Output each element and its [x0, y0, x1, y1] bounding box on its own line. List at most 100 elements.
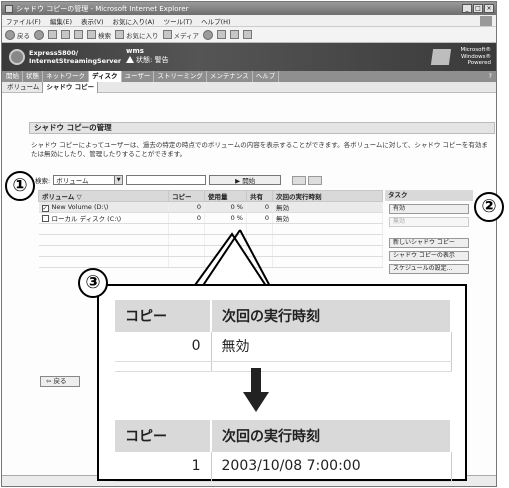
mail-icon[interactable]	[217, 30, 227, 39]
home-icon[interactable]	[74, 30, 83, 39]
back-toolbar-button[interactable]: 戻る	[5, 29, 30, 40]
zoom-table-before: コピー 次回の実行時刻 0 無効	[115, 300, 452, 372]
enable-button[interactable]: 有効	[389, 204, 469, 214]
zoom-row	[115, 361, 452, 372]
forward-arrow-icon[interactable]	[34, 29, 44, 40]
zoom-col-copy: コピー	[115, 420, 212, 452]
stop-icon[interactable]	[48, 30, 57, 39]
col-next-run[interactable]: 次回の実行時刻	[272, 190, 383, 202]
tab-status[interactable]: 状態	[23, 71, 43, 82]
zoom-next-run-before: 無効	[211, 332, 452, 362]
refresh-icon[interactable]	[61, 30, 70, 39]
warning-icon	[126, 56, 134, 63]
zoom-table-after: コピー 次回の実行時刻 1 2003/10/08 7:00:00	[115, 420, 452, 482]
tab-network[interactable]: ネットワーク	[43, 71, 89, 82]
zoom-callout: コピー 次回の実行時刻 0 無効 コピー 次回の実行時刻 1 2003/10/0…	[97, 284, 467, 482]
next-run-cell: 無効	[272, 212, 383, 224]
usage-cell: 0 %	[204, 201, 247, 213]
close-button[interactable]: ×	[484, 4, 494, 13]
windows-powered-badge: Microsoft® Windows® Powered	[460, 47, 491, 66]
product-name: Express5800/ InternetStreamingServer	[29, 49, 122, 65]
print-icon[interactable]	[230, 30, 240, 39]
tab-help[interactable]: ヘルプ	[253, 71, 280, 82]
tab-disk[interactable]: ディスク	[89, 71, 122, 82]
back-arrow-icon	[5, 29, 15, 40]
windows-logo-icon	[430, 49, 452, 65]
search-toolbar-button[interactable]: 検索	[87, 30, 111, 40]
server-info: wms 状態: 警告	[126, 47, 169, 65]
maximize-button[interactable]: □	[473, 4, 483, 13]
callout-number-3: ③	[78, 268, 108, 298]
subtab-volumes[interactable]: ボリューム	[4, 82, 42, 93]
search-icon	[87, 30, 96, 39]
title-bar: シャドウ コピーの管理 - Microsoft Internet Explore…	[2, 2, 496, 15]
back-button[interactable]: ⇦ 戻る	[40, 376, 80, 387]
window-controls: _ □ ×	[462, 4, 494, 13]
window-title: シャドウ コピーの管理 - Microsoft Internet Explore…	[16, 4, 189, 13]
table-row[interactable]: ✓ New Volume (D:\) 0 0 % 0 無効	[38, 201, 383, 213]
windows-flag-icon	[480, 16, 492, 26]
next-page-button[interactable]	[308, 175, 323, 185]
menu-view[interactable]: 表示(V)	[81, 16, 104, 26]
tab-maintenance[interactable]: メンテナンス	[207, 71, 253, 82]
copies-cell: 0	[168, 212, 205, 224]
tab-streaming[interactable]: ストリーミング	[154, 71, 207, 82]
usage-cell: 0 %	[204, 212, 247, 224]
volume-cell: ✓ New Volume (D:\)	[38, 201, 169, 213]
tab-start[interactable]: 開始	[3, 71, 23, 82]
disable-button[interactable]: 無効	[389, 217, 469, 227]
search-input[interactable]	[126, 175, 207, 185]
page-title: シャドウ コピーの管理	[29, 122, 495, 134]
callout-number-1: ①	[5, 171, 35, 201]
zoom-row: 0 無効	[115, 332, 452, 362]
empty-row	[38, 245, 383, 257]
callout-number-2: ②	[474, 192, 504, 222]
menu-help[interactable]: ヘルプ(H)	[201, 16, 230, 26]
col-shares[interactable]: 共有	[246, 190, 273, 202]
search-label: 検索:	[35, 177, 51, 185]
zoom-header-row: コピー 次回の実行時刻	[115, 300, 452, 332]
server-name: wms	[126, 47, 144, 55]
menu-tools[interactable]: ツール(T)	[164, 16, 193, 26]
search-start-button[interactable]: ▶ 開始	[209, 175, 282, 185]
menu-file[interactable]: ファイル(F)	[6, 16, 41, 26]
table-row[interactable]: ローカル ディスク (C:\) 0 0 % 0 無効	[38, 212, 383, 224]
empty-row	[38, 256, 383, 268]
volume-cell: ローカル ディスク (C:\)	[38, 212, 169, 224]
menu-edit[interactable]: 編集(E)	[50, 16, 72, 26]
favorites-toolbar-button[interactable]: お気に入り	[115, 30, 159, 40]
tab-users[interactable]: ユーザー	[122, 71, 155, 82]
sub-nav: ボリューム シャドウ コピー	[2, 81, 496, 93]
copies-cell: 0	[168, 201, 205, 213]
minimize-button[interactable]: _	[462, 4, 472, 13]
server-status: 状態: 警告	[126, 56, 169, 65]
down-arrow-icon	[243, 368, 269, 412]
zoom-row: 1 2003/10/08 7:00:00	[115, 452, 452, 482]
ie-icon	[5, 4, 13, 13]
prev-page-button[interactable]	[292, 175, 307, 185]
table-header-row: ボリューム ▽ コピー 使用量 共有 次回の実行時刻	[38, 190, 383, 202]
subtab-shadow-copies[interactable]: シャドウ コピー	[42, 81, 99, 93]
set-schedule-button[interactable]: スケジュールの設定...	[389, 264, 469, 274]
edit-icon[interactable]	[243, 30, 253, 39]
col-usage[interactable]: 使用量	[204, 190, 247, 202]
row-checkbox[interactable]	[41, 215, 49, 222]
view-shadow-copies-button[interactable]: シャドウ コピーの表示	[389, 251, 469, 261]
zoom-copies-before: 0	[115, 332, 212, 362]
volume-table: ボリューム ▽ コピー 使用量 共有 次回の実行時刻 ✓ New Volume (…	[38, 190, 383, 268]
col-volume[interactable]: ボリューム ▽	[38, 190, 169, 202]
col-copies[interactable]: コピー	[168, 190, 205, 202]
media-toolbar-button[interactable]: メディア	[162, 30, 199, 40]
menu-bar: ファイル(F) 編集(E) 表示(V) お気に入り(A) ツール(T) ヘルプ(…	[2, 15, 496, 27]
help-question-icon[interactable]: ?	[489, 71, 492, 82]
new-shadow-copy-button[interactable]: 新しいシャドウ コピー	[389, 238, 469, 248]
zoom-col-next-run: 次回の実行時刻	[211, 300, 452, 332]
menu-favorites[interactable]: お気に入り(A)	[113, 16, 155, 26]
row-checkbox[interactable]: ✓	[41, 204, 49, 212]
pager	[292, 175, 323, 185]
history-icon[interactable]	[203, 29, 214, 40]
nec-logo-icon	[9, 49, 25, 65]
search-field-select[interactable]: ボリューム ▼	[53, 175, 124, 185]
next-run-cell: 無効	[272, 201, 383, 213]
page-description: シャドウ コピーによってユーザーは、過去の特定の時点でのボリュームの内容を表示す…	[31, 141, 488, 158]
